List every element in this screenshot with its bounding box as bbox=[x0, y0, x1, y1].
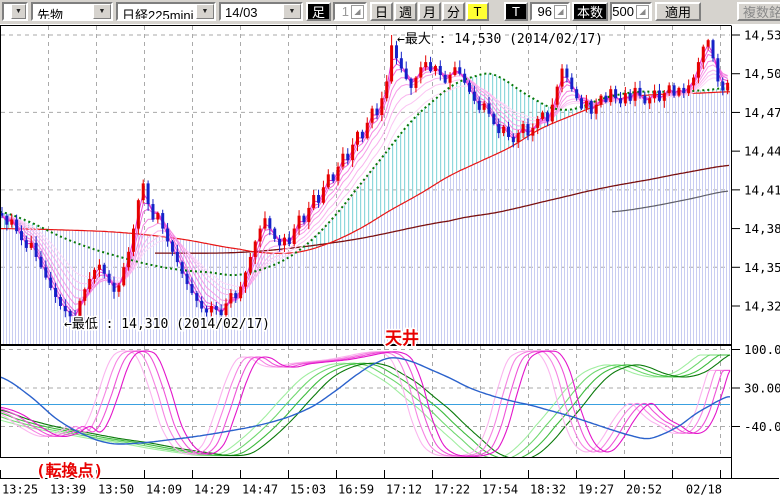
svg-text:15:03: 15:03 bbox=[290, 483, 326, 497]
svg-text:17:22: 17:22 bbox=[434, 483, 470, 497]
svg-text:17:54: 17:54 bbox=[482, 483, 518, 497]
svg-text:(転換点): (転換点) bbox=[36, 461, 103, 480]
svg-text:14,410: 14,410 bbox=[744, 182, 780, 197]
dropdown-arrow-icon[interactable]: ▼ bbox=[196, 4, 214, 19]
symbol-combobox[interactable]: 日経225mini ▼ bbox=[116, 2, 216, 21]
spinner-icon[interactable]: ◢ bbox=[554, 5, 567, 19]
svg-text:14,350: 14,350 bbox=[744, 260, 780, 275]
svg-text:-40.00: -40.00 bbox=[744, 419, 780, 434]
svg-text:17:12: 17:12 bbox=[386, 483, 422, 497]
svg-text:13:39: 13:39 bbox=[50, 483, 86, 497]
toolbar: ▼ 先物 ▼ 日経225mini ▼ 14/03 ▼ 足 1 ◢ 日 週 月 分… bbox=[0, 0, 780, 25]
multi-symbol-button[interactable]: 複数銘柄 bbox=[737, 2, 780, 21]
svg-text:←最低 : 14,310 (2014/02/17): ←最低 : 14,310 (2014/02/17) bbox=[64, 317, 270, 332]
svg-text:16:59: 16:59 bbox=[338, 483, 374, 497]
dropdown-arrow-icon[interactable]: ▼ bbox=[93, 4, 111, 19]
interval-value: 1 bbox=[335, 4, 351, 19]
svg-text:100.00: 100.00 bbox=[744, 342, 780, 357]
svg-text:14:29: 14:29 bbox=[194, 483, 230, 497]
bar-count-value: 500 bbox=[612, 4, 636, 19]
interval-field[interactable]: 1 ◢ bbox=[333, 2, 367, 21]
market-combobox[interactable]: 先物 ▼ bbox=[31, 2, 113, 21]
svg-text:30.00: 30.00 bbox=[744, 381, 780, 396]
dropdown-arrow-icon[interactable]: ▼ bbox=[11, 4, 26, 19]
svg-text:14:09: 14:09 bbox=[146, 483, 182, 497]
apply-button[interactable]: 適用 bbox=[655, 2, 701, 21]
period-minute-button[interactable]: 分 bbox=[442, 2, 465, 21]
spinner-icon[interactable]: ◢ bbox=[636, 5, 649, 19]
symbol-combobox-value: 日経225mini bbox=[118, 4, 196, 19]
chart-plot-area[interactable]: 14,530 14,500 14,470 14,440 14,410 14,380 14,3… bbox=[0, 24, 780, 500]
bar-count-field[interactable]: 500 ◢ bbox=[610, 2, 652, 21]
tick-size-value: 96 bbox=[532, 4, 554, 19]
tick-size-label: T bbox=[504, 2, 528, 21]
svg-text:14:47: 14:47 bbox=[242, 483, 278, 497]
preset-combobox-value bbox=[4, 4, 11, 19]
chart-canvas[interactable]: 14,530 14,500 14,470 14,440 14,410 14,380 14,3… bbox=[0, 24, 780, 500]
svg-text:←最大 : 14,530 (2014/02/17): ←最大 : 14,530 (2014/02/17) bbox=[397, 32, 603, 47]
preset-combobox[interactable]: ▼ bbox=[2, 2, 28, 21]
tick-size-field[interactable]: 96 ◢ bbox=[530, 2, 570, 21]
svg-text:19:27: 19:27 bbox=[578, 483, 614, 497]
period-tick-button[interactable]: T bbox=[466, 2, 489, 21]
svg-text:天井: 天井 bbox=[385, 328, 419, 349]
period-day-button[interactable]: 日 bbox=[370, 2, 393, 21]
svg-text:14,380: 14,380 bbox=[744, 221, 780, 236]
svg-text:14,440: 14,440 bbox=[744, 144, 780, 159]
svg-text:13:25: 13:25 bbox=[2, 483, 38, 497]
svg-text:20:52: 20:52 bbox=[626, 483, 662, 497]
svg-text:14,470: 14,470 bbox=[744, 105, 780, 120]
period-month-button[interactable]: 月 bbox=[418, 2, 441, 21]
main-pane bbox=[0, 35, 730, 345]
svg-text:02/18: 02/18 bbox=[686, 483, 722, 497]
period-week-button[interactable]: 週 bbox=[394, 2, 417, 21]
svg-text:14,320: 14,320 bbox=[744, 299, 780, 314]
dropdown-arrow-icon[interactable]: ▼ bbox=[283, 4, 301, 19]
bar-count-label: 本数 bbox=[572, 2, 608, 21]
contract-month-combobox[interactable]: 14/03 ▼ bbox=[219, 2, 303, 21]
spinner-icon[interactable]: ◢ bbox=[351, 5, 364, 19]
svg-text:14,500: 14,500 bbox=[744, 66, 780, 81]
oscillator-pane bbox=[0, 351, 730, 460]
market-combobox-value: 先物 bbox=[33, 4, 93, 19]
svg-text:18:32: 18:32 bbox=[530, 483, 566, 497]
trading-chart-window: ▼ 先物 ▼ 日経225mini ▼ 14/03 ▼ 足 1 ◢ 日 週 月 分… bbox=[0, 0, 780, 500]
ashi-label: 足 bbox=[306, 2, 331, 21]
contract-month-combobox-value: 14/03 bbox=[221, 4, 283, 19]
svg-text:13:50: 13:50 bbox=[98, 483, 134, 497]
svg-text:14,530: 14,530 bbox=[744, 28, 780, 43]
